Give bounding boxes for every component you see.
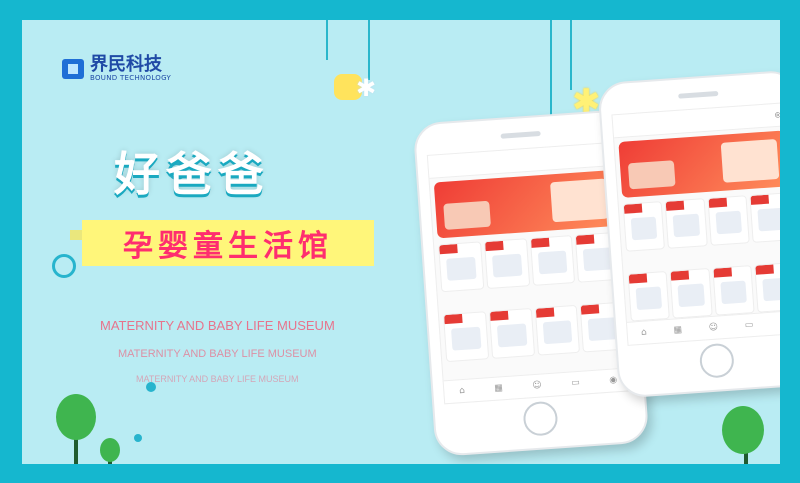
home-icon: ⌂ — [458, 385, 466, 397]
phone-home-button — [522, 400, 559, 437]
phone-mockup-back: ◎ ⌂ ▦ ☺ ▭ ◉ — [597, 69, 780, 399]
product-row — [434, 231, 625, 293]
decor-dot — [134, 434, 142, 442]
product-image — [627, 160, 676, 190]
english-tagline: MATERNITY AND BABY LIFE MUSEUM — [136, 374, 299, 384]
product-card — [622, 201, 666, 252]
phone-home-button — [698, 342, 736, 379]
product-card — [749, 192, 780, 243]
product-card — [529, 235, 576, 286]
cart-icon: ▭ — [744, 320, 754, 331]
product-card — [664, 198, 708, 249]
product-image — [443, 200, 491, 230]
product-row — [439, 301, 630, 363]
product-card — [627, 270, 671, 322]
promo-banner — [433, 169, 618, 239]
brand-name-cn: 界民科技 — [90, 54, 162, 75]
brand-name-en: BOUND TECHNOLOGY — [90, 74, 172, 82]
user-icon: ☺ — [532, 380, 543, 392]
promo-banner — [618, 130, 780, 198]
product-card — [534, 304, 581, 356]
tree-icon — [722, 406, 764, 454]
decor-ring — [52, 254, 76, 278]
tree-icon — [56, 394, 96, 440]
snowflake-icon: ✱ — [356, 74, 377, 102]
phone-speaker — [678, 90, 719, 99]
product-card — [442, 311, 489, 363]
product-image — [550, 178, 609, 223]
product-row — [619, 192, 780, 252]
app-screen: ◎ ⌂ ▦ ☺ ▭ ◉ — [611, 102, 780, 346]
cart-icon: ▭ — [570, 377, 581, 389]
hanging-string — [570, 20, 572, 90]
product-card — [483, 238, 530, 290]
product-card — [711, 265, 755, 316]
hanging-string — [368, 20, 370, 80]
profile-icon: ◉ — [608, 375, 618, 386]
brand-text: 界民科技 BOUND TECHNOLOGY — [90, 54, 172, 83]
app-bottom-nav: ⌂ ▦ ☺ ▭ ◉ — [443, 367, 633, 404]
english-tagline: MATERNITY AND BABY LIFE MUSEUM — [118, 348, 317, 360]
category-icon: ▦ — [673, 325, 683, 336]
promo-canvas: ✱ ✱ ✱ 界民科技 BOUND TECHNOLOGY 好爸爸 孕婴童生活馆 M… — [22, 20, 780, 464]
app-screen: ◎ ⌂ ▦ ☺ ▭ ◉ — [426, 141, 634, 405]
hanging-string — [326, 20, 328, 60]
product-card — [488, 308, 535, 359]
product-card — [438, 241, 485, 293]
product-card — [754, 262, 780, 313]
english-tagline: MATERNITY AND BABY LIFE MUSEUM — [100, 318, 335, 333]
category-icon: ▦ — [494, 383, 504, 394]
product-image — [720, 138, 780, 183]
product-card — [669, 268, 713, 319]
phone-speaker — [500, 130, 541, 139]
product-card — [706, 195, 750, 246]
hanging-string — [550, 20, 552, 116]
user-icon: ☺ — [708, 322, 719, 334]
tree-icon — [100, 438, 120, 462]
scan-icon: ◎ — [774, 110, 780, 120]
hero-subtitle: 孕婴童生活馆 — [82, 220, 374, 266]
brand-mark-icon — [62, 59, 84, 79]
hero-title: 好爸爸 — [114, 147, 270, 201]
brand-logo: 界民科技 BOUND TECHNOLOGY — [62, 56, 171, 82]
home-icon: ⌂ — [640, 327, 648, 338]
